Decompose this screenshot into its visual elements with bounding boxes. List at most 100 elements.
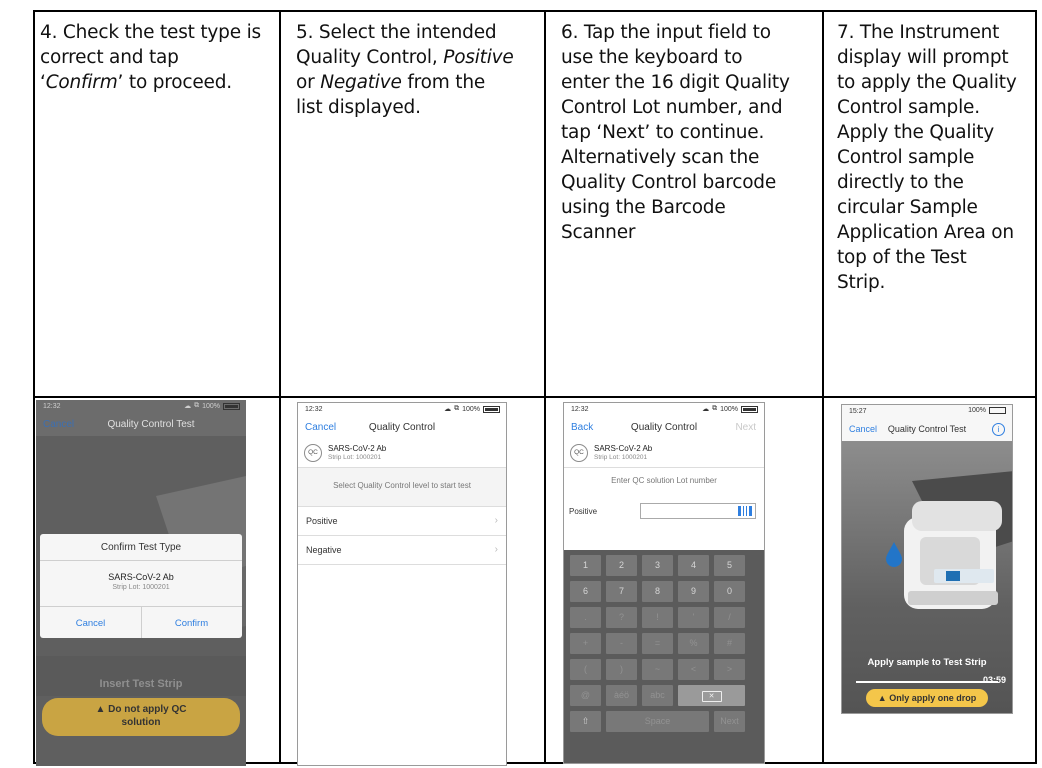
battery-charging-icon — [989, 407, 1006, 414]
strip-lot: Strip Lot: 1000201 — [112, 584, 170, 591]
key[interactable]: 0 — [714, 581, 745, 602]
step-4-text: 4. Check the test type is correct and ta… — [40, 22, 261, 93]
key[interactable]: ) — [606, 659, 637, 680]
key[interactable]: abc — [642, 685, 673, 706]
next-button[interactable]: Next — [735, 422, 756, 433]
nav-bar: Cancel Quality Control — [298, 417, 506, 439]
key[interactable]: 7 — [606, 581, 637, 602]
column-divider — [544, 12, 546, 762]
qc-icon: QC — [304, 444, 322, 462]
info-icon[interactable]: i — [992, 423, 1005, 436]
status-bar: 12:32 ☁ ⧉ 100% — [36, 400, 246, 414]
confirm-test-type-dialog: Confirm Test Type SARS-CoV-2 Ab Strip Lo… — [40, 534, 242, 638]
test-name: SARS-CoV-2 Ab — [328, 444, 387, 453]
chevron-right-icon: › — [494, 544, 498, 555]
screen-title: Quality Control — [630, 422, 698, 433]
key[interactable]: 2 — [606, 555, 637, 576]
step-5-text: 5. Select the intended Quality Control, … — [296, 22, 514, 118]
key[interactable]: ' — [678, 607, 709, 628]
key[interactable]: ? — [606, 607, 637, 628]
keyboard: 1 2 3 4 5 6 7 8 9 0 . ? ! ' / + - = % # … — [564, 550, 764, 763]
nav-bar: Cancel Quality Control Test — [36, 414, 246, 436]
warning-icon: ▲ — [95, 704, 106, 715]
key[interactable]: % — [678, 633, 709, 654]
dialog-title: Confirm Test Type — [100, 542, 182, 553]
apply-sample-label: Apply sample to Test Strip — [867, 657, 987, 668]
droplet-icon — [886, 542, 902, 567]
test-name: SARS-CoV-2 Ab — [594, 444, 653, 453]
instrument-image — [904, 471, 1012, 609]
strip-lot: Strip Lot: 1000201 — [594, 454, 648, 461]
screen-confirm-test-type: 12:32 ☁ ⧉ 100% Cancel Quality Control Test… — [36, 400, 246, 766]
warning-icon: ▲ — [877, 693, 887, 703]
battery-icon — [741, 405, 758, 413]
key[interactable]: 4 — [678, 555, 709, 576]
cloud-icon: ☁ — [444, 406, 452, 413]
screen-apply-sample: 15:27 100% Cancel Quality Control Test i… — [841, 404, 1013, 714]
key[interactable]: / — [714, 607, 745, 628]
key[interactable]: 6 — [570, 581, 601, 602]
test-name: SARS-CoV-2 Ab — [108, 572, 174, 582]
screen-title: Quality Control Test — [887, 424, 967, 434]
cloud-icon: ☁ — [184, 403, 192, 410]
dialog-confirm-button[interactable]: Confirm — [141, 618, 242, 629]
screen-title: Quality Control Test — [107, 419, 195, 430]
key[interactable]: 9 — [678, 581, 709, 602]
screen-select-qc-level: 12:32 ☁ ⧉ 100% Cancel Quality Control QC S… — [297, 402, 507, 766]
key[interactable]: ~ — [642, 659, 673, 680]
key[interactable]: + — [570, 633, 601, 654]
next-key[interactable]: Next — [714, 711, 745, 732]
qc-warning-banner: ▲ Do not apply QC solution — [42, 698, 240, 736]
instrument-illustration-area — [842, 441, 1012, 713]
row-divider — [35, 396, 1035, 398]
test-info-row: QC SARS-CoV-2 Ab Strip Lot: 1000201 — [298, 439, 506, 468]
barcode-scan-icon[interactable] — [738, 506, 752, 516]
screen-enter-qc-lot: 12:32 ☁ ⧉ 100% Back Quality Control Next Q… — [563, 402, 765, 764]
step-7-text: 7. The Instrument display will prompt to a… — [837, 22, 1017, 293]
key[interactable]: ( — [570, 659, 601, 680]
insert-test-strip-label: Insert Test Strip — [99, 678, 183, 690]
status-bar: 12:32 ☁ ⧉ 100% — [564, 403, 764, 417]
screen-title: Quality Control — [368, 422, 436, 433]
key[interactable]: 5 — [714, 555, 745, 576]
qc-icon: QC — [570, 444, 588, 462]
backspace-icon: ✕ — [701, 691, 722, 702]
key[interactable]: - — [606, 633, 637, 654]
key[interactable]: @ — [570, 685, 601, 706]
battery-icon — [483, 405, 500, 413]
key[interactable]: = — [642, 633, 673, 654]
dialog-cancel-button[interactable]: Cancel — [40, 618, 141, 629]
column-divider — [822, 12, 824, 762]
shift-icon: ⇧ — [581, 716, 590, 726]
key[interactable]: 3 — [642, 555, 673, 576]
lot-number-hint: Enter QC solution Lot number — [611, 476, 717, 485]
field-label: Positive — [569, 507, 598, 516]
key[interactable]: < — [678, 659, 709, 680]
key[interactable]: . — [570, 607, 601, 628]
sync-icon: ⧉ — [194, 402, 200, 409]
key[interactable]: àéö — [606, 685, 637, 706]
shift-key[interactable]: ⇧ — [570, 711, 601, 732]
nav-bar: Back Quality Control Next — [564, 417, 764, 439]
sync-icon: ⧉ — [712, 405, 718, 412]
key[interactable]: # — [714, 633, 745, 654]
key[interactable]: ! — [642, 607, 673, 628]
chevron-right-icon: › — [494, 515, 498, 526]
list-item-negative[interactable]: Negative › — [298, 536, 506, 565]
select-level-hint: Select Quality Control level to start te… — [333, 481, 471, 490]
countdown-timer: 03:59 — [982, 675, 1006, 685]
strip-lot: Strip Lot: 1000201 — [328, 454, 382, 461]
status-bar: 12:32 ☁ ⧉ 100% — [298, 403, 506, 417]
battery-icon — [223, 402, 240, 410]
column-divider — [279, 12, 281, 762]
one-drop-warning: ▲ Only apply one drop — [866, 689, 988, 707]
space-key[interactable]: Space — [606, 711, 709, 732]
list-item-positive[interactable]: Positive › — [298, 507, 506, 536]
key[interactable]: > — [714, 659, 745, 680]
nav-bar: Cancel Quality Control Test i — [842, 419, 1012, 441]
key[interactable]: 1 — [570, 555, 601, 576]
key[interactable]: 8 — [642, 581, 673, 602]
sync-icon: ⧉ — [454, 405, 460, 412]
backspace-key[interactable]: ✕ — [678, 685, 745, 706]
cloud-icon: ☁ — [702, 406, 710, 413]
